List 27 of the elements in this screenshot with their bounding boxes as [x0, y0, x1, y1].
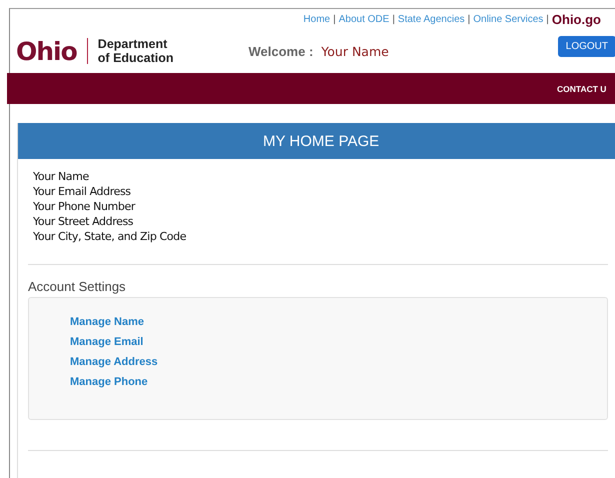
top-nav-link[interactable]: Home [303, 14, 330, 24]
profile-line: Your Phone Number [33, 199, 136, 214]
user-name: Your Name [321, 44, 389, 58]
department-name: Department [98, 37, 168, 51]
department-subtitle: of Education [98, 51, 174, 65]
profile-line: Your City, State, and Zip Code [33, 229, 188, 244]
nav-link[interactable]: CONTACT U [557, 84, 606, 94]
card-title: MY HOME PAGE [263, 132, 380, 150]
profile-line: Your Email Address [33, 184, 132, 199]
settings-link[interactable]: Manage Email [70, 336, 144, 348]
site-logo[interactable]: Ohio [16, 36, 77, 66]
top-nav-link[interactable]: Online Services [473, 14, 544, 24]
separator: | [392, 14, 395, 24]
profile-line: Your Name [33, 169, 90, 184]
separator: | [333, 14, 336, 24]
settings-link[interactable]: Manage Phone [70, 376, 148, 388]
settings-link[interactable]: Manage Name [70, 316, 144, 328]
welcome-label: Welcome : [248, 44, 314, 58]
top-nav-link[interactable]: State Agencies [398, 14, 465, 24]
portal-logo[interactable]: Ohio.go [552, 12, 601, 26]
separator: | [546, 14, 549, 24]
section-heading: Account Settings [28, 279, 127, 294]
settings-link[interactable]: Manage Address [70, 356, 158, 368]
logout-button[interactable]: LOGOUT [558, 36, 615, 56]
separator: | [468, 14, 470, 24]
profile-line: Your Street Address [33, 214, 134, 229]
top-nav-link[interactable]: About ODE [338, 14, 390, 24]
